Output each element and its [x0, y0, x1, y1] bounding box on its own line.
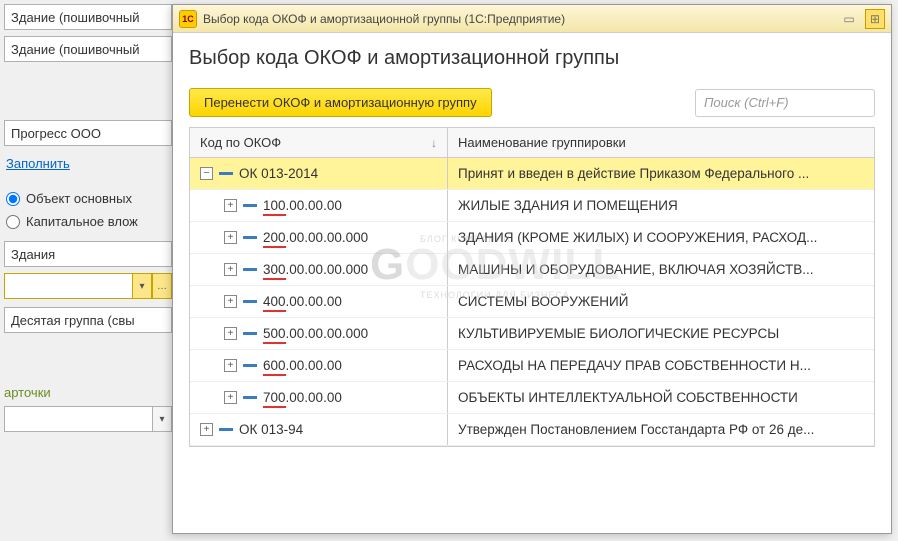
table-row[interactable]: +500.00.00.00.000КУЛЬТИВИРУЕМЫЕ БИОЛОГИЧ… [190, 318, 874, 350]
field-org[interactable]: Прогресс ООО [4, 120, 172, 146]
dialog-okof-selection: 1С Выбор кода ОКОФ и амортизационной гру… [172, 4, 892, 534]
folder-icon [219, 428, 233, 431]
cell-name: ОБЪЕКТЫ ИНТЕЛЛЕКТУАЛЬНОЙ СОБСТВЕННОСТИ [448, 382, 874, 413]
field-building-2[interactable]: Здание (пошивочный [4, 36, 172, 62]
folder-icon [243, 236, 257, 239]
cell-name: Принят и введен в действие Приказом Феде… [448, 158, 874, 189]
cell-name: ЗДАНИЯ (КРОМЕ ЖИЛЫХ) И СООРУЖЕНИЯ, РАСХО… [448, 222, 874, 253]
code-text: 300.00.00.00.000 [263, 262, 368, 277]
cell-code: +500.00.00.00.000 [190, 318, 448, 349]
titlebar-tool-icon[interactable]: ▭ [839, 9, 859, 29]
grid-header: Код по ОКОФ ↓ Наименование группировки [190, 128, 874, 158]
dropdown-icon[interactable]: ▾ [132, 273, 152, 299]
cell-code: +700.00.00.00 [190, 382, 448, 413]
background-form: Здание (пошивочный Здание (пошивочный Пр… [4, 4, 176, 440]
field-buildings[interactable]: Здания [4, 241, 172, 267]
table-row[interactable]: − ОК 013-2014 Принят и введен в действие П… [190, 158, 874, 190]
header-code[interactable]: Код по ОКОФ ↓ [190, 128, 448, 157]
code-text: 600.00.00.00 [263, 358, 342, 373]
toolbar: Перенести ОКОФ и амортизационную группу … [189, 88, 875, 117]
code-text: 500.00.00.00.000 [263, 326, 368, 341]
cell-name: Утвержден Постановлением Госстандарта РФ… [448, 414, 874, 445]
code-text: 400.00.00.00 [263, 294, 342, 309]
radio-fixed-asset[interactable]: Объект основных [4, 187, 176, 210]
tab-cards[interactable]: арточки [4, 379, 176, 406]
radio-fixed-asset-label: Объект основных [26, 191, 132, 206]
header-name[interactable]: Наименование группировки [448, 128, 874, 157]
cell-code: +600.00.00.00 [190, 350, 448, 381]
expand-icon[interactable]: + [224, 295, 237, 308]
cell-code: +400.00.00.00 [190, 286, 448, 317]
okof-grid: Код по ОКОФ ↓ Наименование группировки −… [189, 127, 875, 447]
field-okof-code[interactable]: ▾ … [4, 273, 172, 299]
radio-capital-label: Капитальное влож [26, 214, 138, 229]
field-group[interactable]: Десятая группа (свы [4, 307, 172, 333]
collapse-icon[interactable]: − [200, 167, 213, 180]
code-text: ОК 013-2014 [239, 166, 318, 181]
cell-name: РАСХОДЫ НА ПЕРЕДАЧУ ПРАВ СОБСТВЕННОСТИ Н… [448, 350, 874, 381]
transfer-button[interactable]: Перенести ОКОФ и амортизационную группу [189, 88, 492, 117]
radio-capital[interactable]: Капитальное влож [4, 210, 176, 233]
expand-icon[interactable]: + [224, 199, 237, 212]
table-row[interactable]: +400.00.00.00СИСТЕМЫ ВООРУЖЕНИЙ [190, 286, 874, 318]
expand-icon[interactable]: + [224, 263, 237, 276]
table-row[interactable]: +600.00.00.00РАСХОДЫ НА ПЕРЕДАЧУ ПРАВ СО… [190, 350, 874, 382]
cell-code: +300.00.00.00.000 [190, 254, 448, 285]
folder-icon [243, 268, 257, 271]
cell-code: + ОК 013-94 [190, 414, 448, 445]
titlebar: 1С Выбор кода ОКОФ и амортизационной гру… [173, 5, 891, 33]
cell-name: МАШИНЫ И ОБОРУДОВАНИЕ, ВКЛЮЧАЯ ХОЗЯЙСТВ.… [448, 254, 874, 285]
cell-name: СИСТЕМЫ ВООРУЖЕНИЙ [448, 286, 874, 317]
code-text: 100.00.00.00 [263, 198, 342, 213]
table-row[interactable]: +100.00.00.00ЖИЛЫЕ ЗДАНИЯ И ПОМЕЩЕНИЯ [190, 190, 874, 222]
field-bottom[interactable]: ▾ [4, 406, 172, 432]
folder-icon [243, 332, 257, 335]
expand-icon[interactable]: + [224, 391, 237, 404]
window-title: Выбор кода ОКОФ и амортизационной группы… [203, 12, 833, 26]
radio-capital-input[interactable] [6, 215, 20, 229]
folder-icon [243, 204, 257, 207]
page-title: Выбор кода ОКОФ и амортизационной группы [189, 47, 875, 70]
cell-code: − ОК 013-2014 [190, 158, 448, 189]
table-row[interactable]: +300.00.00.00.000МАШИНЫ И ОБОРУДОВАНИЕ, … [190, 254, 874, 286]
code-text: ОК 013-94 [239, 422, 303, 437]
sort-arrow-icon: ↓ [431, 136, 437, 150]
table-row[interactable]: +200.00.00.00.000ЗДАНИЯ (КРОМЕ ЖИЛЫХ) И … [190, 222, 874, 254]
folder-icon [243, 364, 257, 367]
code-text: 700.00.00.00 [263, 390, 342, 405]
folder-icon [243, 396, 257, 399]
header-code-label: Код по ОКОФ [200, 135, 281, 150]
expand-icon[interactable]: + [200, 423, 213, 436]
dropdown-icon[interactable]: ▾ [152, 406, 172, 432]
table-row[interactable]: +700.00.00.00ОБЪЕКТЫ ИНТЕЛЛЕКТУАЛЬНОЙ СО… [190, 382, 874, 414]
search-input[interactable]: Поиск (Ctrl+F) [695, 89, 875, 117]
folder-icon [243, 300, 257, 303]
fill-link[interactable]: Заполнить [4, 152, 72, 175]
expand-icon[interactable]: + [224, 359, 237, 372]
radio-fixed-asset-input[interactable] [6, 192, 20, 206]
cell-code: +200.00.00.00.000 [190, 222, 448, 253]
cell-name: ЖИЛЫЕ ЗДАНИЯ И ПОМЕЩЕНИЯ [448, 190, 874, 221]
expand-icon[interactable]: + [224, 327, 237, 340]
cell-code: +100.00.00.00 [190, 190, 448, 221]
open-icon[interactable]: … [152, 273, 172, 299]
titlebar-calc-icon[interactable]: ⊞ [865, 9, 885, 29]
field-building-1[interactable]: Здание (пошивочный [4, 4, 172, 30]
table-row[interactable]: + ОК 013-94 Утвержден Постановлением Госст… [190, 414, 874, 446]
cell-name: КУЛЬТИВИРУЕМЫЕ БИОЛОГИЧЕСКИЕ РЕСУРСЫ [448, 318, 874, 349]
folder-icon [219, 172, 233, 175]
app-icon: 1С [179, 10, 197, 28]
code-text: 200.00.00.00.000 [263, 230, 368, 245]
expand-icon[interactable]: + [224, 231, 237, 244]
